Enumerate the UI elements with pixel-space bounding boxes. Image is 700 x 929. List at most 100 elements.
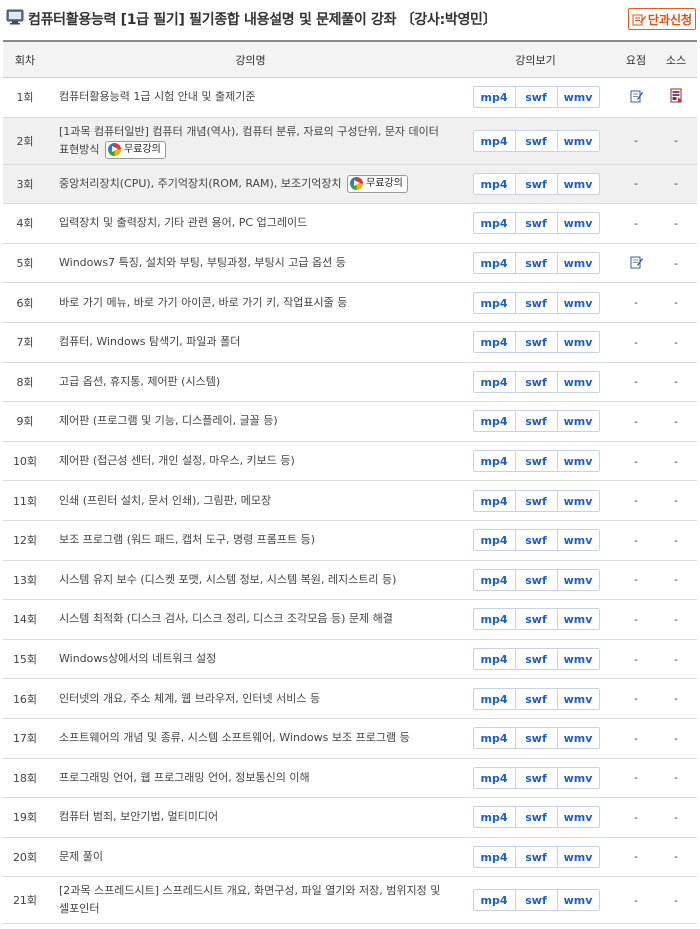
swf-button[interactable]: swf — [514, 86, 558, 109]
wmv-button[interactable]: wmv — [556, 172, 600, 195]
swf-button[interactable]: swf — [514, 648, 558, 671]
column-header-source: 소스 — [655, 41, 697, 78]
enroll-button[interactable]: 단과신청 — [628, 8, 696, 30]
mp4-button[interactable]: mp4 — [472, 608, 516, 631]
table-header-row: 회차 강의명 강의보기 요점 소스 — [3, 41, 697, 78]
mp4-button[interactable]: mp4 — [472, 252, 516, 275]
swf-button[interactable]: swf — [514, 129, 558, 152]
mp4-button[interactable]: mp4 — [472, 450, 516, 473]
lecture-title: 컴퓨터활용능력 1급 시험 안내 및 출제기준 — [59, 90, 256, 104]
lecture-summary: - — [617, 480, 655, 521]
mp4-button[interactable]: mp4 — [472, 889, 516, 912]
lecture-title: 고급 옵션, 휴지통, 제어판 (시스템) — [59, 374, 221, 388]
wmv-button[interactable]: wmv — [556, 766, 600, 789]
mp4-button[interactable]: mp4 — [472, 568, 516, 591]
swf-button[interactable]: swf — [514, 212, 558, 235]
mp4-button[interactable]: mp4 — [472, 727, 516, 750]
swf-button[interactable]: swf — [514, 489, 558, 512]
wmv-button[interactable]: wmv — [556, 212, 600, 235]
lecture-summary: - — [617, 520, 655, 561]
mp4-button[interactable]: mp4 — [472, 410, 516, 433]
lecture-title-cell: 입력장치 및 출력장치, 기타 관련 용어, PC 업그레이드 — [47, 203, 454, 244]
wmv-button[interactable]: wmv — [556, 529, 600, 552]
edit-icon — [632, 14, 646, 25]
swf-button[interactable]: swf — [514, 410, 558, 433]
mp4-button[interactable]: mp4 — [472, 648, 516, 671]
lecture-views: mp4 swf wmv — [454, 599, 617, 640]
swf-button[interactable]: swf — [514, 889, 558, 912]
swf-button[interactable]: swf — [514, 529, 558, 552]
wmv-button[interactable]: wmv — [556, 889, 600, 912]
mp4-button[interactable]: mp4 — [472, 129, 516, 152]
mp4-button[interactable]: mp4 — [472, 687, 516, 710]
mp4-button[interactable]: mp4 — [472, 291, 516, 314]
swf-button[interactable]: swf — [514, 766, 558, 789]
lecture-source: - — [655, 520, 697, 561]
lecture-summary: - — [617, 599, 655, 640]
free-lecture-button[interactable]: 무료강의 — [104, 140, 166, 159]
swf-button[interactable]: swf — [514, 291, 558, 314]
mp4-button[interactable]: mp4 — [472, 370, 516, 393]
wmv-button[interactable]: wmv — [556, 727, 600, 750]
wmv-button[interactable]: wmv — [556, 608, 600, 631]
lecture-source: - — [655, 599, 697, 640]
table-row: 6회 바로 가기 메뉴, 바로 가기 아이콘, 바로 가기 키, 작업표시줄 등 m… — [3, 282, 697, 323]
mp4-button[interactable]: mp4 — [472, 172, 516, 195]
wmv-button[interactable]: wmv — [556, 331, 600, 354]
wmv-button[interactable]: wmv — [556, 291, 600, 314]
wmv-button[interactable]: wmv — [556, 568, 600, 591]
swf-button[interactable]: swf — [514, 172, 558, 195]
page-title: 컴퓨터활용능력 [1급 필기] 필기종합 내용설명 및 문제풀이 강좌 〔강사:… — [28, 12, 497, 28]
mp4-button[interactable]: mp4 — [472, 489, 516, 512]
table-row: 3회 중앙처리장치(CPU), 주기억장치(ROM, RAM), 보조기억장치 무… — [3, 164, 697, 205]
wmv-button[interactable]: wmv — [556, 845, 600, 868]
wmv-button[interactable]: wmv — [556, 687, 600, 710]
wmv-button[interactable]: wmv — [556, 370, 600, 393]
swf-button[interactable]: swf — [514, 568, 558, 591]
lecture-views: mp4 swf wmv — [454, 243, 617, 284]
lecture-no: 3회 — [3, 164, 47, 205]
swf-button[interactable]: swf — [514, 687, 558, 710]
swf-button[interactable]: swf — [514, 450, 558, 473]
lecture-summary: - — [617, 560, 655, 601]
mp4-button[interactable]: mp4 — [472, 529, 516, 552]
swf-button[interactable]: swf — [514, 370, 558, 393]
table-row: 15회 Windows상에서의 네트워크 설정 mp4 swf wmv - - — [3, 639, 697, 680]
lecture-summary: - — [617, 441, 655, 482]
lecture-summary: - — [617, 401, 655, 442]
wmv-button[interactable]: wmv — [556, 450, 600, 473]
free-lecture-button[interactable]: 무료강의 — [347, 174, 408, 193]
swf-button[interactable]: swf — [514, 727, 558, 750]
wmv-button[interactable]: wmv — [556, 410, 600, 433]
swf-button[interactable]: swf — [514, 331, 558, 354]
lecture-views: mp4 swf wmv — [454, 639, 617, 680]
mp4-button[interactable]: mp4 — [472, 212, 516, 235]
source-file-icon[interactable] — [669, 88, 683, 106]
lecture-title: 제어판 (프로그램 및 기능, 디스플레이, 글꼴 등) — [59, 414, 278, 428]
swf-button[interactable]: swf — [514, 845, 558, 868]
lecture-source: - — [655, 678, 697, 719]
wmv-button[interactable]: wmv — [556, 648, 600, 671]
wmv-button[interactable]: wmv — [556, 129, 600, 152]
wmv-button[interactable]: wmv — [556, 489, 600, 512]
table-row: 17회 소프트웨어의 개념 및 종류, 시스템 소프트웨어, Windows 보조… — [3, 718, 697, 759]
mp4-button[interactable]: mp4 — [472, 806, 516, 829]
lecture-source: - — [655, 480, 697, 521]
swf-button[interactable]: swf — [514, 252, 558, 275]
wmv-button[interactable]: wmv — [556, 86, 600, 109]
table-row: 13회 시스템 유지 보수 (디스켓 포맷, 시스템 정보, 시스템 복원, 레지… — [3, 560, 697, 601]
lecture-title-cell: 문제 풀이 — [47, 837, 454, 878]
mp4-button[interactable]: mp4 — [472, 766, 516, 789]
lecture-source: - — [655, 797, 697, 838]
swf-button[interactable]: swf — [514, 608, 558, 631]
wmv-button[interactable]: wmv — [556, 806, 600, 829]
mp4-button[interactable]: mp4 — [472, 331, 516, 354]
wmv-button[interactable]: wmv — [556, 252, 600, 275]
lecture-views: mp4 swf wmv — [454, 876, 617, 925]
note-icon[interactable] — [630, 255, 643, 272]
mp4-button[interactable]: mp4 — [472, 86, 516, 109]
swf-button[interactable]: swf — [514, 806, 558, 829]
note-icon[interactable] — [630, 89, 643, 106]
lecture-title-cell: 보조 프로그램 (워드 패드, 캡처 도구, 명령 프롬프트 등) — [47, 520, 454, 561]
mp4-button[interactable]: mp4 — [472, 845, 516, 868]
